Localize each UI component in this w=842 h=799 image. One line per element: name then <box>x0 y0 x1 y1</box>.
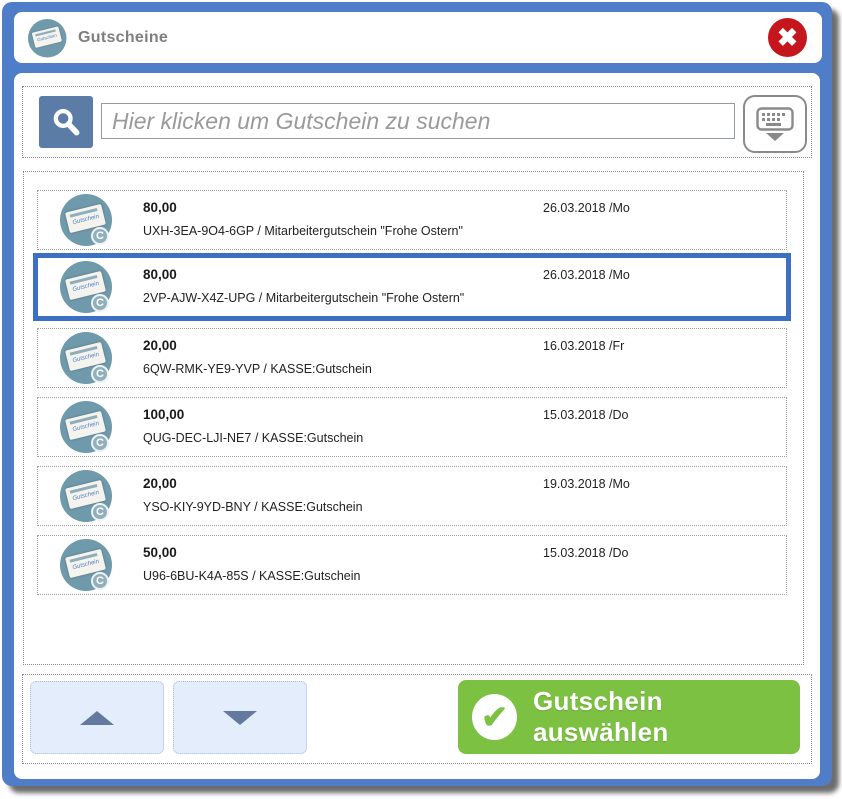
search-input[interactable] <box>101 103 735 139</box>
voucher-icon: Gutschein <box>28 19 66 57</box>
coin-icon: C <box>91 572 109 590</box>
voucher-amount: 50,00 <box>143 545 177 560</box>
voucher-details: QUG-DEC-LJI-NE7 / KASSE:Gutschein <box>143 431 363 445</box>
search-section <box>22 86 812 158</box>
coin-icon: C <box>91 227 109 245</box>
page-title: Gutscheine <box>78 29 168 47</box>
voucher-row[interactable]: Gutschein C 50,00 U96-6BU-K4A-85S / KASS… <box>38 536 786 594</box>
voucher-date: 16.03.2018 /Fr <box>543 339 624 353</box>
voucher-date: 15.03.2018 /Do <box>543 546 629 560</box>
voucher-details: YSO-KIY-9YD-BNY / KASSE:Gutschein <box>143 500 363 514</box>
voucher-icon: Gutschein C <box>60 401 112 453</box>
arrow-up-icon <box>80 711 114 725</box>
voucher-details: 2VP-AJW-X4Z-UPG / Mitarbeitergutschein "… <box>143 291 464 305</box>
voucher-details: UXH-3EA-9O4-6GP / Mitarbeitergutschein "… <box>143 224 463 238</box>
select-voucher-label: Gutschein auswählen <box>533 686 800 748</box>
voucher-row[interactable]: Gutschein C 20,00 YSO-KIY-9YD-BNY / KASS… <box>38 467 786 525</box>
voucher-list: Gutschein C 80,00 UXH-3EA-9O4-6GP / Mita… <box>23 171 804 665</box>
keyboard-toggle-button[interactable] <box>743 95 807 153</box>
voucher-row-selected[interactable]: Gutschein C 80,00 2VP-AJW-X4Z-UPG / Mita… <box>38 258 786 316</box>
voucher-date: 26.03.2018 /Mo <box>543 268 630 282</box>
voucher-row[interactable]: Gutschein C 80,00 UXH-3EA-9O4-6GP / Mita… <box>38 191 786 249</box>
voucher-dialog: Gutschein Gutscheine ✖ <box>2 2 832 786</box>
voucher-amount: 80,00 <box>143 267 177 282</box>
voucher-icon: Gutschein C <box>60 470 112 522</box>
select-voucher-button[interactable]: ✔ Gutschein auswählen <box>458 680 800 754</box>
voucher-date: 15.03.2018 /Do <box>543 408 629 422</box>
voucher-amount: 80,00 <box>143 200 177 215</box>
voucher-icon: Gutschein C <box>60 261 112 313</box>
voucher-row[interactable]: Gutschein C 100,00 QUG-DEC-LJI-NE7 / KAS… <box>38 398 786 456</box>
voucher-amount: 20,00 <box>143 476 177 491</box>
voucher-details: U96-6BU-K4A-85S / KASSE:Gutschein <box>143 569 360 583</box>
voucher-icon: Gutschein C <box>60 539 112 591</box>
voucher-amount: 20,00 <box>143 338 177 353</box>
coin-icon: C <box>91 503 109 521</box>
close-icon: ✖ <box>777 23 798 53</box>
main-panel: Gutschein C 80,00 UXH-3EA-9O4-6GP / Mita… <box>14 73 820 779</box>
scroll-down-button[interactable] <box>173 681 307 754</box>
search-button[interactable] <box>39 96 93 148</box>
close-button[interactable]: ✖ <box>768 18 807 57</box>
title-bar: Gutschein Gutscheine ✖ <box>14 12 822 63</box>
search-icon <box>49 105 83 139</box>
coin-icon: C <box>91 434 109 452</box>
coin-icon: C <box>91 294 109 312</box>
voucher-details: 6QW-RMK-YE9-YVP / KASSE:Gutschein <box>143 362 372 376</box>
bottom-bar: ✔ Gutschein auswählen <box>22 674 812 764</box>
keyboard-icon <box>756 107 794 131</box>
chevron-down-icon <box>766 133 784 141</box>
coin-icon: C <box>91 365 109 383</box>
voucher-icon: Gutschein C <box>60 332 112 384</box>
voucher-date: 19.03.2018 /Mo <box>543 477 630 491</box>
scroll-up-button[interactable] <box>30 681 164 754</box>
voucher-amount: 100,00 <box>143 407 184 422</box>
check-icon: ✔ <box>472 694 517 740</box>
voucher-date: 26.03.2018 /Mo <box>543 201 630 215</box>
voucher-icon: Gutschein C <box>60 194 112 246</box>
arrow-down-icon <box>223 711 257 725</box>
voucher-row[interactable]: Gutschein C 20,00 6QW-RMK-YE9-YVP / KASS… <box>38 329 786 387</box>
